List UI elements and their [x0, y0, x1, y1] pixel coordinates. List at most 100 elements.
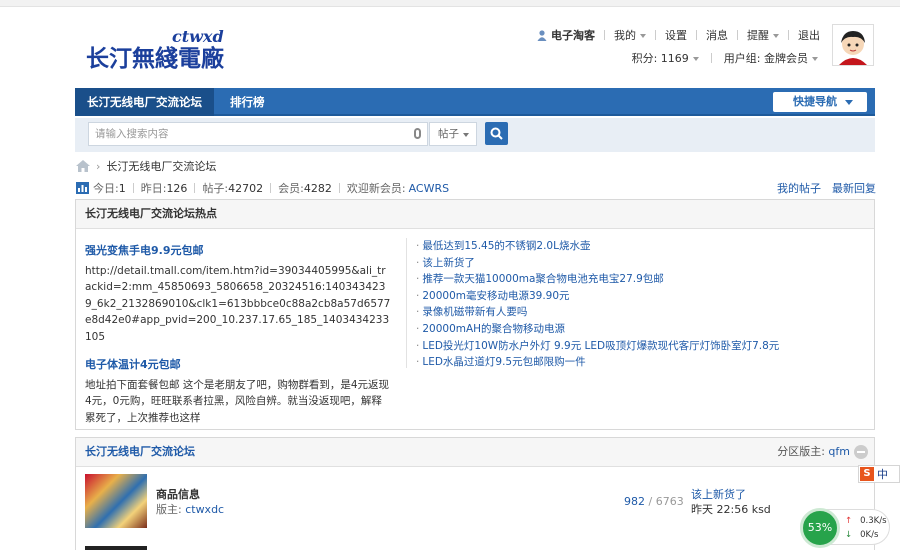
user-group-menu[interactable]: 用户组: 金牌会员 — [724, 50, 818, 66]
points-menu[interactable]: 积分: 1169 — [632, 50, 699, 66]
section-moderator: 分区版主: qfm — [777, 438, 850, 466]
settings-link[interactable]: 设置 — [665, 27, 687, 43]
avatar-image — [833, 25, 873, 65]
search-type-value: 帖子 — [438, 128, 459, 140]
hot-topic-link[interactable]: 最低达到15.45的不锈钢2.0L烧水壶 — [416, 238, 779, 255]
hot-topic-link[interactable]: LED投光灯10W防水户外灯 9.9元 LED吸顶灯爆款现代客厅灯饰卧室灯7.8… — [416, 338, 779, 355]
today-label: 今日: — [93, 182, 119, 195]
forum-row-info: 商品信息 版主: ctwxdc — [156, 487, 224, 517]
forum-counts: 982 / 6763 — [624, 495, 684, 508]
hot-topic-list: 最低达到15.45的不锈钢2.0L烧水壶 该上新货了 推荐一款天猫10000ma… — [416, 238, 779, 371]
my-menu[interactable]: 我的 — [614, 27, 646, 43]
hot-topic-link[interactable]: LED水晶过道灯9.5元包邮限购一件 — [416, 354, 779, 371]
featured-title-2[interactable]: 电子体温计4元包邮 — [85, 357, 391, 374]
search-bar: 请输入搜索内容 帖子 — [75, 118, 875, 152]
stats-links: 我的帖子 最新回复 — [777, 180, 876, 196]
posts-count: 42702 — [228, 181, 264, 195]
breadcrumb: › 长汀无线电厂交流论坛 — [76, 158, 216, 174]
divider — [655, 30, 656, 40]
quick-nav-button[interactable]: 快捷导航 — [773, 92, 867, 112]
new-member-link[interactable]: ACWRS — [409, 182, 450, 195]
collapse-icon[interactable] — [854, 445, 868, 459]
divider — [194, 183, 196, 193]
home-icon[interactable] — [76, 160, 90, 172]
user-bar: 电子淘客 我的 设置 消息 提醒 退出 — [537, 27, 820, 43]
featured-title-1[interactable]: 强光变焦手电9.9元包邮 — [85, 243, 391, 260]
members-label: 会员: — [278, 182, 304, 195]
stats-icon — [76, 182, 89, 194]
my-menu-label: 我的 — [614, 29, 636, 42]
welcome-label: 欢迎新会员: — [346, 182, 406, 195]
upload-speed: 0.3K/s — [845, 516, 886, 526]
ime-mode-label: 中 — [877, 468, 888, 481]
search-input[interactable]: 请输入搜索内容 — [88, 122, 428, 146]
divider — [406, 238, 407, 368]
forum-section: 长汀无线电厂交流论坛 分区版主: qfm 商品信息 版主: ctwxdc 982… — [75, 437, 875, 550]
reminders-label: 提醒 — [747, 29, 769, 42]
search-button[interactable] — [485, 122, 508, 145]
featured-text-2: 地址拍下面套餐包邮 这个是老朋友了吧，购物群看到，是4元返现4元，0元购，旺旺联… — [85, 378, 390, 424]
sogou-ime-icon: S — [860, 467, 874, 481]
chevron-down-icon — [845, 100, 853, 105]
search-icon — [490, 127, 503, 140]
hot-topic-link[interactable]: 20000mAH的聚合物移动电源 — [416, 321, 779, 338]
today-count: 1 — [118, 181, 126, 195]
tab-ranking[interactable]: 排行榜 — [218, 88, 277, 116]
divider — [338, 183, 340, 193]
divider — [788, 30, 789, 40]
avatar[interactable] — [832, 24, 874, 66]
last-post-time: 昨天 22:56 ksd — [691, 503, 771, 516]
download-speed: 0K/s — [845, 530, 878, 540]
forum-name-link[interactable]: 商品信息 — [156, 487, 224, 502]
hot-topic-link[interactable]: 录像机磁带新有人要吗 — [416, 304, 779, 321]
hot-topic-link[interactable]: 20000m毫安移动电源39.90元 — [416, 288, 779, 305]
hot-featured: 强光变焦手电9.9元包邮 http://detail.tmall.com/ite… — [85, 243, 391, 426]
network-speed-widget[interactable]: 53% 0.3K/s 0K/s — [800, 508, 890, 548]
post-count: 6763 — [655, 495, 684, 508]
logout-link[interactable]: 退出 — [798, 27, 820, 43]
forum-thumbnail[interactable] — [85, 474, 147, 528]
user-icon — [537, 29, 547, 41]
main-nav: 长汀无线电厂交流论坛 排行榜 快捷导航 — [75, 88, 875, 116]
forum-section-title[interactable]: 长汀无线电厂交流论坛 — [85, 445, 195, 458]
posts-label: 帖子: — [202, 182, 229, 195]
search-type-select[interactable]: 帖子 — [429, 122, 477, 146]
quick-nav-label: 快捷导航 — [793, 95, 837, 108]
username-link[interactable]: 电子淘客 — [551, 27, 595, 43]
memory-usage-ring: 53% — [800, 508, 840, 548]
divider — [270, 183, 272, 193]
hot-topic-link[interactable]: 该上新货了 — [416, 255, 779, 272]
divider — [710, 53, 712, 63]
logo-image: 长汀無綫電廠 ctwxd — [86, 27, 225, 72]
chevron-down-icon — [773, 34, 779, 38]
user-group-label: 用户组: 金牌会员 — [723, 52, 808, 65]
moderator-link[interactable]: qfm — [828, 445, 850, 458]
search-placeholder: 请输入搜索内容 — [95, 128, 169, 140]
hot-topic-link[interactable]: 推荐一款天猫10000ma聚合物电池充电宝27.9包邮 — [416, 271, 779, 288]
forum-section-header: 长汀无线电厂交流论坛 分区版主: qfm — [76, 438, 874, 467]
ime-indicator[interactable]: S 中 — [858, 465, 900, 483]
top-strip — [0, 0, 900, 7]
members-count: 4282 — [303, 181, 332, 195]
my-posts-link[interactable]: 我的帖子 — [777, 182, 821, 195]
forum-moderator-link[interactable]: ctwxdc — [185, 503, 224, 516]
featured-text-1: http://detail.tmall.com/item.htm?id=3903… — [85, 264, 391, 343]
forum-stats: 今日: 1 昨日: 126 帖子: 42702 会员: 4282 欢迎新会员: … — [76, 180, 876, 196]
chevron-down-icon — [692, 57, 699, 61]
reminders-menu[interactable]: 提醒 — [747, 27, 779, 43]
yesterday-label: 昨日: — [140, 182, 167, 195]
divider — [737, 30, 738, 40]
chevron-down-icon — [640, 34, 646, 38]
microphone-icon[interactable] — [414, 128, 421, 139]
hot-topics-box: 长汀无线电厂交流论坛热点 强光变焦手电9.9元包邮 http://detail.… — [75, 199, 875, 430]
site-logo[interactable]: 长汀無綫電廠 ctwxd — [84, 24, 244, 76]
points-label: 积分: 1169 — [631, 52, 689, 65]
latest-reply-link[interactable]: 最新回复 — [832, 182, 876, 195]
chevron-right-icon: › — [96, 159, 101, 173]
messages-link[interactable]: 消息 — [706, 27, 728, 43]
forum-thumbnail[interactable] — [85, 546, 147, 550]
divider — [132, 183, 134, 193]
tab-forum-home[interactable]: 长汀无线电厂交流论坛 — [75, 88, 214, 116]
breadcrumb-forum-link[interactable]: 长汀无线电厂交流论坛 — [106, 158, 216, 174]
last-post-link[interactable]: 该上新货了 — [691, 487, 771, 502]
